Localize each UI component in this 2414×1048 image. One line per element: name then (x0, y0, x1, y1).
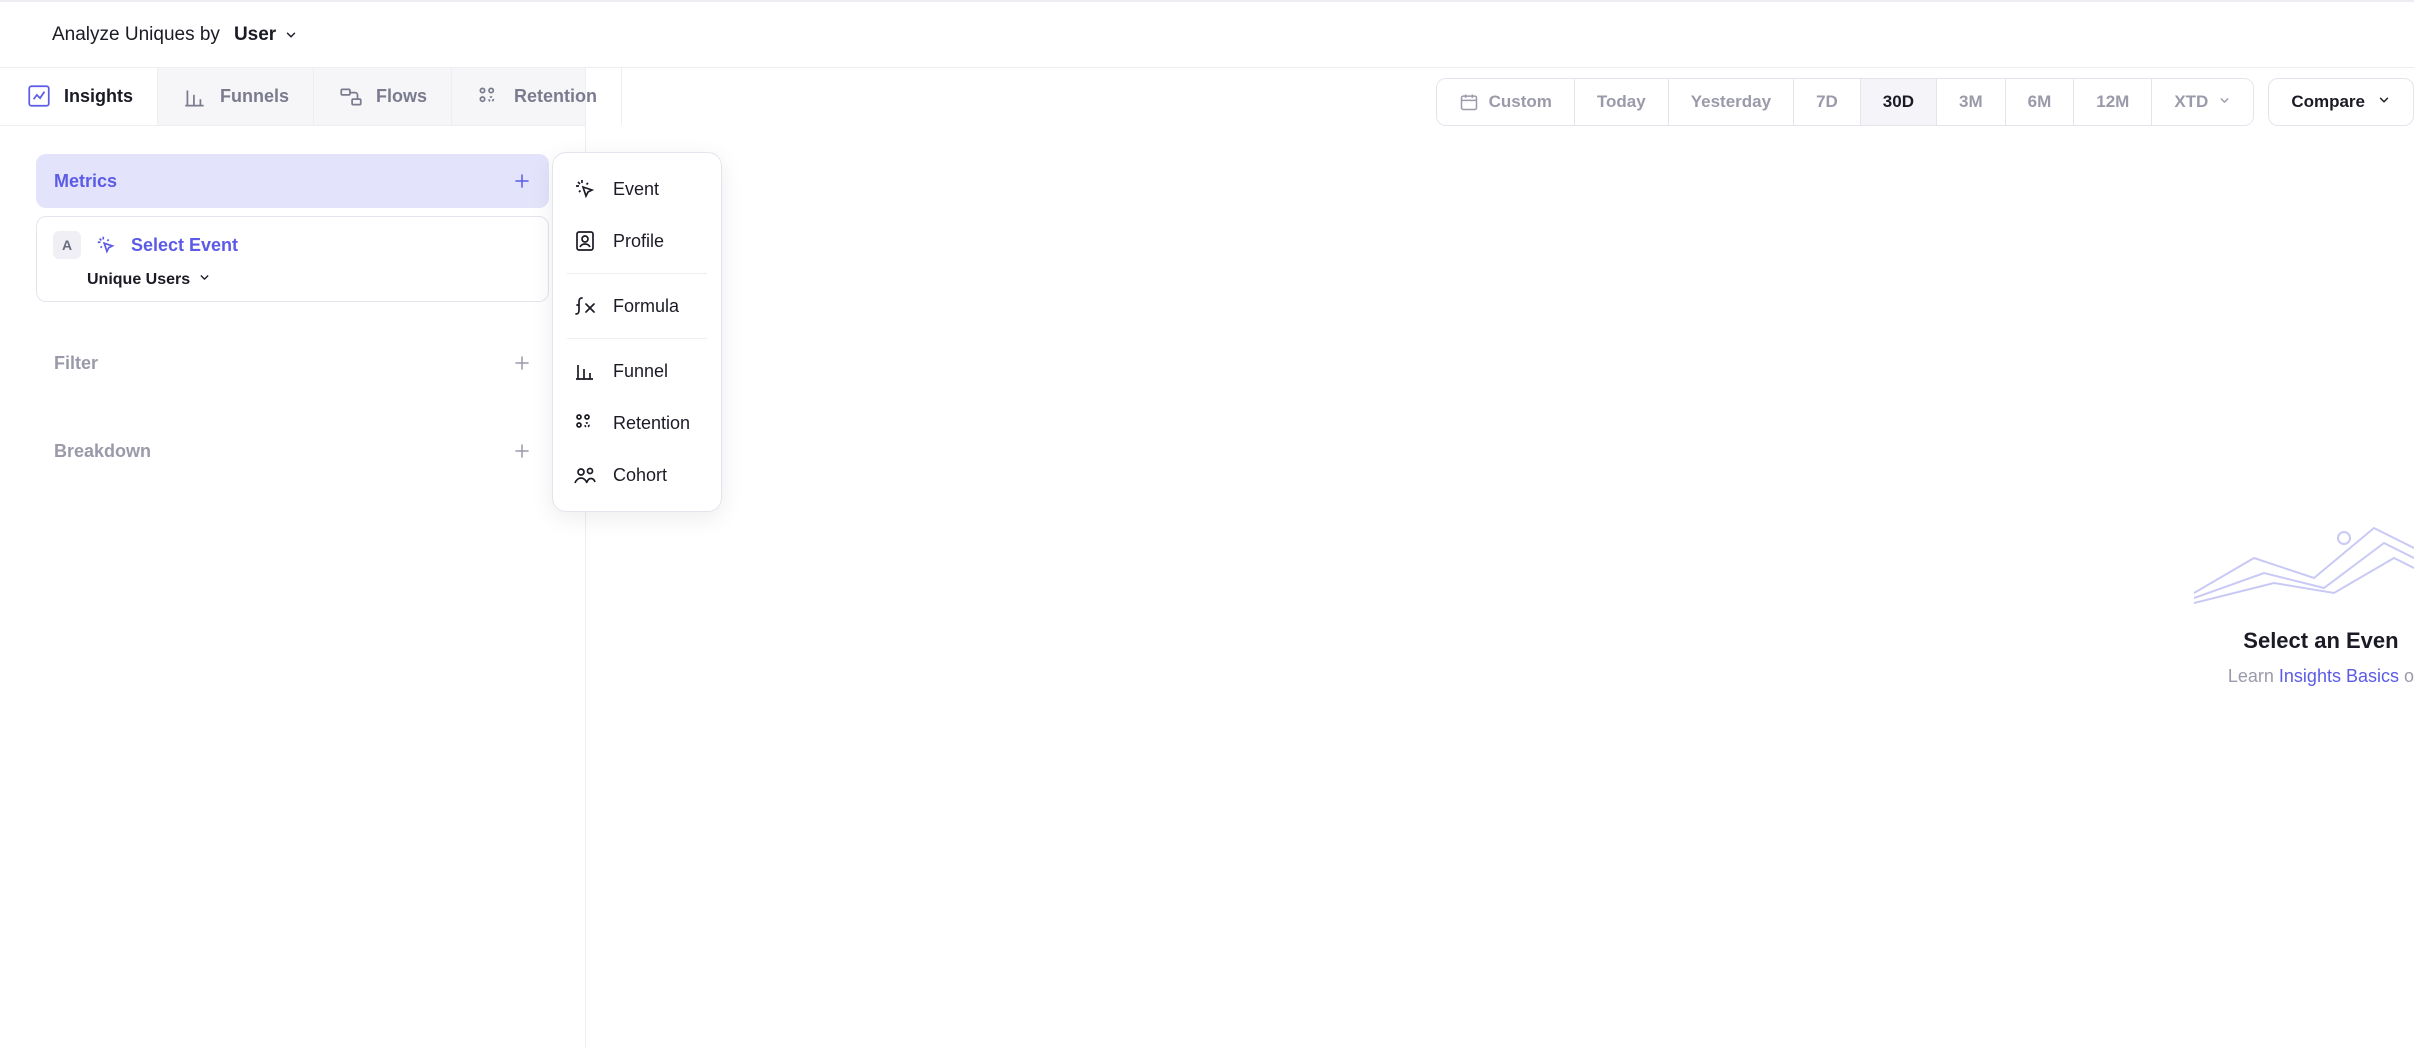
measurement-dropdown[interactable]: Unique Users (87, 271, 532, 289)
calendar-icon (1459, 92, 1479, 112)
popover-item-label: Profile (613, 231, 664, 252)
uniques-by-value: User (234, 24, 276, 46)
date-range-today[interactable]: Today (1575, 79, 1669, 125)
date-range-label: 12M (2096, 92, 2129, 112)
tab-label: Retention (514, 86, 597, 107)
compare-label: Compare (2291, 92, 2365, 112)
formula-icon (573, 294, 597, 318)
date-range-6m[interactable]: 6M (2006, 79, 2075, 125)
breakdown-section-header: Breakdown (36, 424, 549, 478)
tab-label: Flows (376, 86, 427, 107)
empty-chart-illustration (2194, 498, 2414, 608)
add-metric-popover: Event Profile Formula Funnel Retention C… (552, 152, 722, 512)
breakdown-label: Breakdown (54, 441, 151, 462)
top-bar: Analyze Uniques by User (0, 0, 2414, 68)
retention-icon (476, 84, 502, 110)
tab-insights[interactable]: Insights (0, 68, 158, 125)
retention-icon (573, 411, 597, 435)
date-range-xtd[interactable]: XTD (2152, 79, 2253, 125)
profile-icon (573, 229, 597, 253)
date-range-label: Yesterday (1691, 92, 1771, 112)
popover-item-label: Event (613, 179, 659, 200)
metric-card: A Select Event Unique Users (36, 216, 549, 302)
popover-item-label: Cohort (613, 465, 667, 486)
flows-icon (338, 84, 364, 110)
select-event-button[interactable]: Select Event (131, 235, 238, 256)
popover-separator (567, 338, 707, 339)
popover-item-formula[interactable]: Formula (553, 280, 721, 332)
date-range-segmented: Custom Today Yesterday 7D 30D 3M 6M 12M … (1436, 78, 2255, 126)
insights-icon (26, 83, 52, 109)
add-breakdown-button[interactable] (509, 438, 535, 464)
popover-item-label: Retention (613, 413, 690, 434)
insights-basics-link[interactable]: Insights Basics (2279, 666, 2399, 686)
date-range-custom[interactable]: Custom (1437, 79, 1575, 125)
date-range-label: 30D (1883, 92, 1914, 112)
date-range-12m[interactable]: 12M (2074, 79, 2152, 125)
date-range-label: 7D (1816, 92, 1838, 112)
popover-item-funnel[interactable]: Funnel (553, 345, 721, 397)
measurement-label: Unique Users (87, 271, 190, 289)
popover-item-event[interactable]: Event (553, 163, 721, 215)
empty-state-subtitle: Learn Insights Basics o (2228, 666, 2414, 687)
add-metric-button[interactable] (509, 168, 535, 194)
chevron-down-icon (284, 28, 298, 42)
cursor-click-icon (573, 177, 597, 201)
metrics-label: Metrics (54, 171, 117, 192)
cohort-icon (573, 463, 597, 487)
empty-state-learn-prefix: Learn (2228, 666, 2279, 686)
date-range-label: 3M (1959, 92, 1983, 112)
add-filter-button[interactable] (509, 350, 535, 376)
date-range-label: 6M (2028, 92, 2052, 112)
report-type-tabs: Insights Funnels Flows Retention (0, 68, 585, 126)
tab-label: Insights (64, 86, 133, 107)
funnels-icon (182, 84, 208, 110)
empty-state: Select an Even Learn Insights Basics o (2228, 628, 2414, 687)
compare-button[interactable]: Compare (2268, 78, 2414, 126)
cursor-click-icon (95, 234, 117, 256)
filter-section-header: Filter (36, 336, 549, 390)
date-range-30d[interactable]: 30D (1861, 79, 1937, 125)
chevron-down-icon (2377, 92, 2391, 112)
query-builder-panel: Insights Funnels Flows Retention (0, 68, 586, 1048)
empty-state-title: Select an Even (2228, 628, 2414, 654)
chevron-down-icon (2218, 92, 2231, 112)
chart-panel: Custom Today Yesterday 7D 30D 3M 6M 12M … (586, 68, 2414, 1048)
date-range-label: Today (1597, 92, 1646, 112)
tab-label: Funnels (220, 86, 289, 107)
popover-item-label: Formula (613, 296, 679, 317)
filter-label: Filter (54, 353, 98, 374)
metrics-section-header: Metrics (36, 154, 549, 208)
empty-state-learn-suffix: o (2399, 666, 2414, 686)
uniques-by-dropdown[interactable]: User (234, 24, 298, 46)
funnel-icon (573, 359, 597, 383)
tab-flows[interactable]: Flows (314, 68, 452, 125)
date-range-label: XTD (2174, 92, 2208, 112)
popover-item-retention[interactable]: Retention (553, 397, 721, 449)
popover-item-cohort[interactable]: Cohort (553, 449, 721, 501)
date-range-yesterday[interactable]: Yesterday (1669, 79, 1794, 125)
tab-funnels[interactable]: Funnels (158, 68, 314, 125)
date-range-3m[interactable]: 3M (1937, 79, 2006, 125)
metric-step-badge: A (53, 231, 81, 259)
popover-item-label: Funnel (613, 361, 668, 382)
date-range-label: Custom (1489, 92, 1552, 112)
chevron-down-icon (198, 271, 211, 289)
popover-separator (567, 273, 707, 274)
date-range-7d[interactable]: 7D (1794, 79, 1861, 125)
analyze-uniques-label: Analyze Uniques by (52, 24, 220, 46)
popover-item-profile[interactable]: Profile (553, 215, 721, 267)
